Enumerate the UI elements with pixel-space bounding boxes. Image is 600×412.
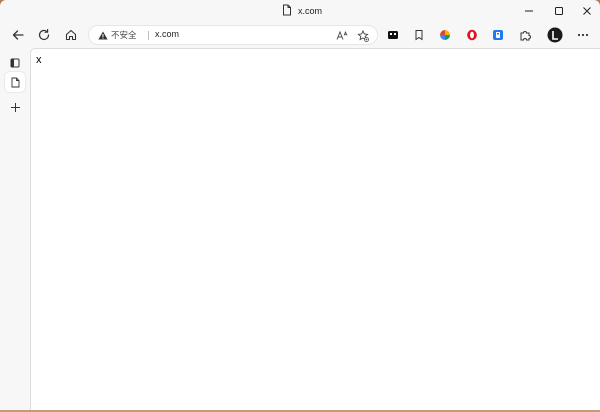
refresh-icon [38,29,50,41]
bookmark-icon [415,30,423,41]
close-button[interactable] [572,0,600,22]
refresh-button[interactable] [33,24,55,46]
opera-extension-button[interactable] [461,24,483,46]
more-button[interactable] [572,24,594,46]
plus-icon [10,102,20,112]
read-aloud-icon [336,30,347,40]
tab-title-text: x.com [298,6,323,16]
security-label: 不安全 [111,30,137,40]
star-add-icon [356,29,369,42]
more-icon [577,33,589,37]
tab-actions-icon [10,58,19,67]
maximize-button[interactable] [544,0,574,22]
home-button[interactable] [60,24,82,46]
shield-badge-icon [388,31,398,39]
toolbar: 不安全 x.com [0,22,600,48]
minimize-button[interactable] [514,0,544,22]
active-tab[interactable]: x.com [282,3,322,19]
extension-colorful-button[interactable] [434,24,456,46]
sidebar-tab-xcom[interactable] [5,72,25,92]
address-divider [148,31,149,40]
home-icon [65,29,77,41]
collections-button[interactable] [382,24,404,46]
close-icon [583,7,591,15]
page-content: x [30,48,600,410]
maximize-icon [555,7,563,15]
address-bar[interactable]: 不安全 x.com [88,25,378,45]
favorite-button[interactable] [355,28,370,43]
blue-extension-icon [493,30,503,40]
read-aloud-button[interactable] [334,28,349,43]
profile-button[interactable] [544,24,566,46]
minimize-icon [525,10,533,12]
title-bar: x.com [0,0,600,22]
warning-icon [98,31,108,39]
page-icon [11,77,19,87]
back-button[interactable] [7,24,29,46]
security-indicator[interactable]: 不安全 [98,29,137,41]
tab-actions-button[interactable] [5,52,25,72]
document-icon [282,4,292,18]
extension-colorful-icon [440,30,450,40]
opera-icon [467,29,477,41]
page-body-text: x [36,54,42,66]
extensions-button[interactable] [514,24,536,46]
browser-window: x.com 不安全 x.com x [0,0,600,410]
favorites-bar-button[interactable] [408,24,430,46]
vertical-tabs-sidebar [0,48,30,410]
new-tab-button[interactable] [5,97,25,117]
profile-avatar-icon [547,27,563,43]
arrow-left-icon [12,30,24,40]
puzzle-icon [520,30,531,40]
url-text[interactable]: x.com [155,29,179,39]
blue-extension-button[interactable] [487,24,509,46]
